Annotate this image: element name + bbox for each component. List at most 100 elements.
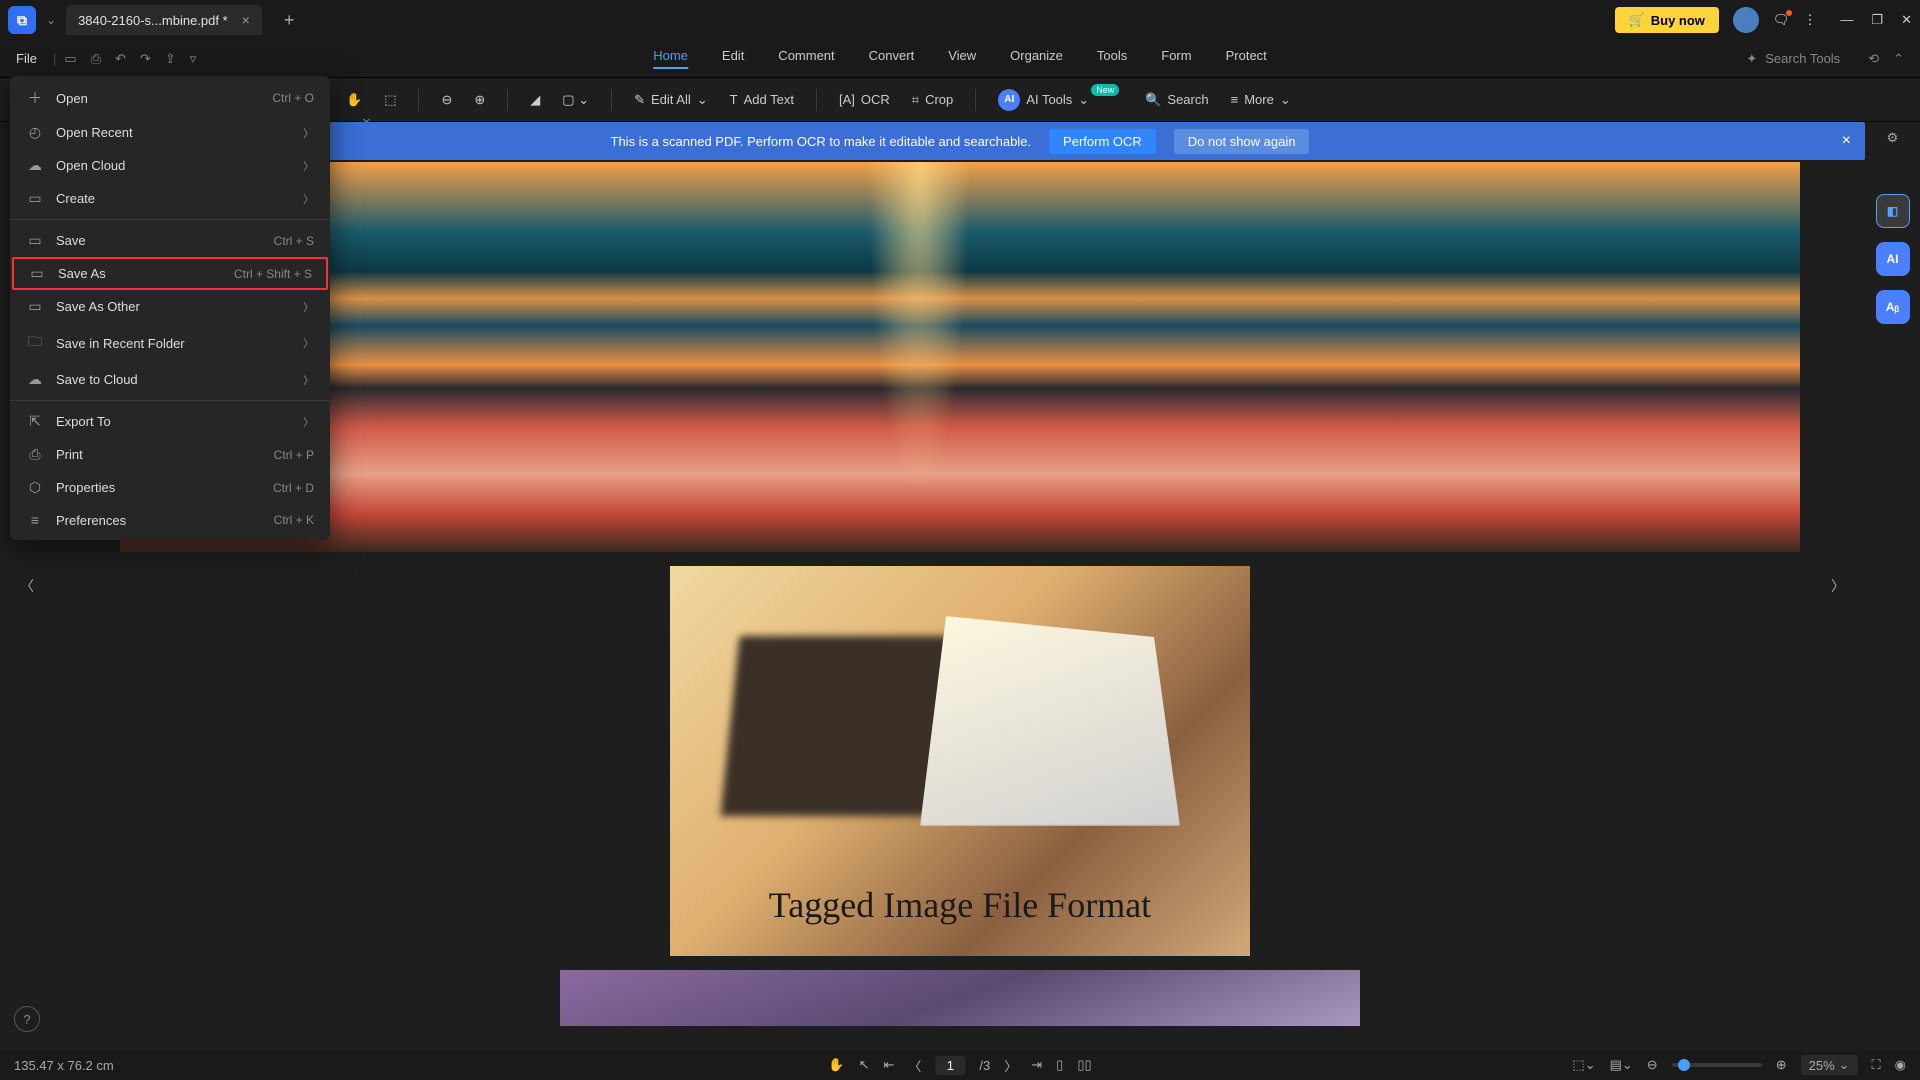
fit-width-icon[interactable]: ⬚⌄ <box>1572 1057 1595 1073</box>
crop-label: Crop <box>925 92 953 107</box>
chevron-right-icon: 〉 <box>303 335 314 351</box>
nav-comment[interactable]: Comment <box>778 48 834 69</box>
ocr-button[interactable]: [A]OCR <box>839 92 890 107</box>
highlight-icon[interactable]: ◢ <box>530 92 540 108</box>
first-page-icon[interactable]: ⇤ <box>883 1057 894 1073</box>
new-tab-button[interactable]: + <box>276 10 303 31</box>
menu-create[interactable]: ▭Create〉 <box>10 182 330 215</box>
properties-panel-icon[interactable]: ⚙ <box>1887 130 1899 146</box>
search-tools[interactable]: ✦ Search Tools <box>1746 51 1840 67</box>
notifications-icon[interactable]: 🗨 <box>1773 12 1790 28</box>
nav-home[interactable]: Home <box>653 48 688 69</box>
edit-all-label: Edit All <box>651 92 691 107</box>
app-menu-chevron[interactable]: ⌄ <box>46 13 56 27</box>
zoom-out-icon[interactable]: ⊖ <box>441 92 452 108</box>
menu-save-as[interactable]: ▭Save AsCtrl + Shift + S <box>12 257 328 290</box>
page-number-input[interactable] <box>935 1056 965 1075</box>
menu-open-cloud[interactable]: ☁Open Cloud〉 <box>10 149 330 182</box>
pointer-mode-icon[interactable]: ↖ <box>859 1057 870 1073</box>
chevron-right-icon: 〉 <box>303 191 314 207</box>
menu-save[interactable]: ▭SaveCtrl + S <box>10 224 330 257</box>
select-tool-icon[interactable]: ⬚ <box>384 92 396 108</box>
close-window-icon[interactable]: ✕ <box>1901 12 1912 28</box>
fit-page-icon[interactable]: ▤⌄ <box>1610 1057 1633 1073</box>
collapse-ribbon-icon[interactable]: ⌃ <box>1893 51 1904 67</box>
hand-mode-icon[interactable]: ✋ <box>828 1057 844 1073</box>
two-page-icon[interactable]: ▯▯ <box>1077 1057 1091 1073</box>
ai-tools-label: AI Tools <box>1026 92 1072 107</box>
save-icon[interactable]: ▭ <box>64 51 76 67</box>
read-mode-icon[interactable]: ◉ <box>1895 1057 1906 1073</box>
nav-protect[interactable]: Protect <box>1226 48 1267 69</box>
zoom-in-status-icon[interactable]: ⊕ <box>1776 1057 1787 1073</box>
menu-export[interactable]: ⇱Export To〉 <box>10 405 330 438</box>
help-icon[interactable]: ? <box>14 1006 40 1032</box>
buy-now-button[interactable]: 🛒 Buy now <box>1615 7 1719 33</box>
dismiss-banner-button[interactable]: Do not show again <box>1174 129 1310 154</box>
menu-save-recent-folder[interactable]: 🗀Save in Recent Folder〉 <box>10 323 330 363</box>
file-menu-button[interactable]: File <box>16 51 37 66</box>
shape-dropdown-icon[interactable]: ▢ ⌄ <box>562 92 589 108</box>
menu-properties[interactable]: ⬡PropertiesCtrl + D <box>10 471 330 504</box>
zoom-in-icon[interactable]: ⊕ <box>474 92 485 108</box>
crop-button[interactable]: ⌗ Crop <box>912 92 954 108</box>
export-icon: ⇱ <box>26 413 44 430</box>
last-page-icon[interactable]: ⇥ <box>1031 1057 1042 1073</box>
edit-all-button[interactable]: ✎Edit All⌄ <box>634 92 708 108</box>
prev-page-icon[interactable]: 〈 <box>908 1056 921 1075</box>
prev-page-arrow[interactable]: 〈 <box>14 570 40 602</box>
user-avatar[interactable] <box>1733 7 1759 33</box>
banner-close-icon[interactable]: × <box>1842 132 1851 150</box>
save-other-icon: ▭ <box>26 298 44 315</box>
ai-tools-button[interactable]: AIAI Tools⌄New <box>998 89 1123 111</box>
menu-save-cloud[interactable]: ☁Save to Cloud〉 <box>10 363 330 396</box>
single-page-icon[interactable]: ▯ <box>1056 1057 1063 1073</box>
search-tools-label: Search Tools <box>1765 51 1840 66</box>
file-dropdown-menu: ＋OpenCtrl + O ◴Open Recent〉 ☁Open Cloud〉… <box>10 76 330 540</box>
app-icon[interactable]: ⧉ <box>8 6 36 34</box>
nav-form[interactable]: Form <box>1161 48 1191 69</box>
next-page-arrow[interactable]: 〉 <box>1825 570 1851 602</box>
nav-tools[interactable]: Tools <box>1097 48 1127 69</box>
menu-save-as-other[interactable]: ▭Save As Other〉 <box>10 290 330 323</box>
zoom-out-status-icon[interactable]: ⊖ <box>1647 1057 1658 1073</box>
selection-mode-icon[interactable]: ◧ <box>1876 194 1910 228</box>
perform-ocr-button[interactable]: Perform OCR <box>1049 129 1156 154</box>
nav-edit[interactable]: Edit <box>722 48 744 69</box>
more-button[interactable]: ≡More⌄ <box>1231 92 1291 108</box>
chevron-right-icon: 〉 <box>303 125 314 141</box>
tiff-caption: Tagged Image File Format <box>769 884 1151 926</box>
menu-open-recent[interactable]: ◴Open Recent〉 <box>10 116 330 149</box>
search-button[interactable]: 🔍Search <box>1145 92 1208 108</box>
menu-preferences[interactable]: ≡PreferencesCtrl + K <box>10 504 330 536</box>
chevron-right-icon: 〉 <box>303 372 314 388</box>
nav-view[interactable]: View <box>948 48 976 69</box>
fullscreen-icon[interactable]: ⛶ <box>1872 1057 1881 1073</box>
save-as-icon: ▭ <box>28 265 46 282</box>
maximize-icon[interactable]: ❐ <box>1871 12 1883 28</box>
translate-sidebar-icon[interactable]: Aᵦ <box>1876 290 1910 324</box>
cloud-sync-icon[interactable]: ⟲ <box>1868 51 1879 67</box>
zoom-level-dropdown[interactable]: 25%⌄ <box>1801 1055 1858 1075</box>
hand-tool-icon[interactable]: ✋ <box>346 92 362 108</box>
quick-dropdown-icon[interactable]: ▿ <box>190 51 197 67</box>
gear-icon: ⬡ <box>26 479 44 496</box>
next-page-icon[interactable]: 〉 <box>1004 1056 1017 1075</box>
share-icon[interactable]: ⇪ <box>165 51 176 67</box>
nav-organize[interactable]: Organize <box>1010 48 1063 69</box>
menu-open[interactable]: ＋OpenCtrl + O <box>10 80 330 116</box>
crop-icon: ⌗ <box>912 92 919 108</box>
nav-convert[interactable]: Convert <box>869 48 915 69</box>
menu-print[interactable]: ⎙PrintCtrl + P <box>10 438 330 471</box>
document-tab[interactable]: 3840-2160-s...mbine.pdf * × <box>66 5 262 35</box>
tab-close-icon[interactable]: × <box>242 12 250 28</box>
add-text-button[interactable]: TAdd Text <box>730 92 794 107</box>
redo-icon[interactable]: ↷ <box>140 51 151 67</box>
zoom-slider[interactable] <box>1672 1063 1762 1067</box>
print-icon[interactable]: ⎙ <box>91 51 101 67</box>
undo-icon[interactable]: ↶ <box>115 51 126 67</box>
tab-title: 3840-2160-s...mbine.pdf * <box>78 13 228 28</box>
kebab-menu-icon[interactable]: ⋮ <box>1803 12 1816 28</box>
ai-sidebar-icon[interactable]: AI <box>1876 242 1910 276</box>
minimize-icon[interactable]: — <box>1840 12 1853 28</box>
